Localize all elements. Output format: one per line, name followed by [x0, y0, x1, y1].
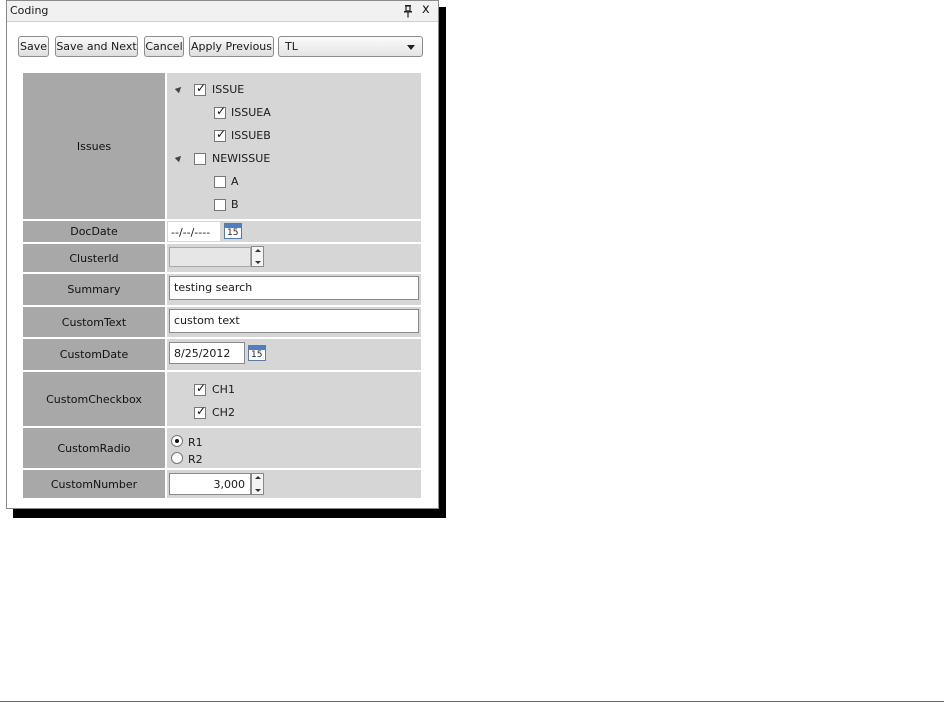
tree-checkbox-a[interactable] — [214, 176, 226, 188]
save-and-next-button[interactable]: Save and Next — [55, 36, 138, 57]
tree-label-a: A — [231, 175, 239, 188]
tree-checkbox-issuea[interactable]: ✓ — [214, 104, 227, 119]
check-icon: ✓ — [196, 381, 207, 395]
customnumber-field: 3,000 — [167, 470, 421, 498]
clusterid-spinner[interactable] — [251, 246, 264, 267]
toolbar: Save Save and Next Cancel Apply Previous… — [7, 23, 438, 63]
label-customnumber: CustomNumber — [23, 470, 165, 498]
radio-dot — [175, 439, 179, 443]
label-issues: Issues — [23, 73, 165, 219]
save-button[interactable]: Save — [18, 36, 49, 57]
check-icon: ✓ — [196, 404, 207, 418]
calendar-icon[interactable]: 15 — [248, 345, 266, 361]
summary-value: testing search — [174, 281, 253, 294]
calendar-day: 15 — [251, 350, 263, 360]
tree-label-b: B — [231, 198, 239, 211]
customnumber-value: 3,000 — [213, 478, 246, 491]
check-icon: ✓ — [216, 127, 227, 141]
docdate-input[interactable]: --/--/---- — [168, 222, 220, 241]
close-icon[interactable]: x — [422, 3, 430, 17]
clusterid-input[interactable] — [169, 247, 251, 267]
issues-tree: ✓ ISSUE ✓ ISSUEA ✓ ISSUEB NEWISSUE A B — [167, 73, 421, 219]
spin-up-icon[interactable] — [255, 476, 261, 479]
customnumber-spinner[interactable] — [251, 473, 264, 495]
customtext-value: custom text — [174, 314, 240, 327]
bottom-divider — [0, 701, 944, 702]
customtext-input[interactable]: custom text — [169, 309, 419, 333]
clusterid-field — [167, 244, 421, 272]
label-customtext: CustomText — [23, 307, 165, 337]
label-customcheckbox: CustomCheckbox — [23, 372, 165, 426]
spin-up-icon[interactable] — [255, 249, 261, 252]
radio-r1[interactable] — [171, 435, 183, 447]
tree-label-newissue: NEWISSUE — [212, 152, 271, 165]
dropdown-value: TL — [285, 40, 298, 53]
customdate-value: 8/25/2012 — [174, 347, 231, 360]
tree-checkbox-issueb[interactable]: ✓ — [214, 127, 227, 142]
tree-checkbox-issue[interactable]: ✓ — [194, 81, 207, 96]
tree-label-issueb: ISSUEB — [231, 129, 271, 142]
tree-checkbox-b[interactable] — [214, 199, 226, 211]
check-icon: ✓ — [196, 81, 207, 95]
summary-input[interactable]: testing search — [169, 276, 419, 300]
spin-down-icon[interactable] — [255, 489, 261, 492]
apply-previous-button[interactable]: Apply Previous — [189, 36, 274, 57]
radio-label-r1: R1 — [188, 436, 203, 449]
checkbox-label-ch1: CH1 — [212, 383, 235, 396]
label-clusterid: ClusterId — [23, 244, 165, 272]
customcheckbox-field: ✓ CH1 ✓ CH2 — [167, 372, 421, 426]
panel-titlebar: Coding x — [7, 1, 438, 22]
panel-title: Coding — [10, 4, 49, 17]
calendar-icon[interactable]: 15 — [224, 223, 242, 239]
docdate-field: --/--/---- 15 — [167, 221, 421, 242]
customtext-field: custom text — [167, 307, 421, 337]
pin-icon[interactable] — [402, 4, 414, 18]
expand-triangle-icon[interactable] — [174, 84, 184, 94]
spin-down-icon[interactable] — [255, 261, 261, 264]
customdate-field: 8/25/2012 15 — [167, 339, 421, 370]
checkbox-label-ch2: CH2 — [212, 406, 235, 419]
checkbox-ch2[interactable]: ✓ — [194, 404, 207, 419]
docdate-value: --/--/---- — [171, 226, 211, 239]
expand-triangle-icon[interactable] — [174, 153, 184, 163]
chevron-down-icon — [407, 45, 415, 50]
calendar-day: 15 — [227, 228, 239, 238]
checkbox-ch1[interactable]: ✓ — [194, 381, 207, 396]
label-customradio: CustomRadio — [23, 428, 165, 468]
customradio-field: R1 R2 — [167, 428, 421, 468]
label-summary: Summary — [23, 274, 165, 305]
radio-r2[interactable] — [171, 452, 183, 464]
tree-label-issue: ISSUE — [212, 83, 245, 96]
customnumber-input[interactable]: 3,000 — [169, 473, 251, 495]
summary-field: testing search — [167, 274, 421, 305]
customdate-input[interactable]: 8/25/2012 — [169, 342, 245, 364]
check-icon: ✓ — [216, 104, 227, 118]
label-docdate: DocDate — [23, 221, 165, 242]
label-customdate: CustomDate — [23, 339, 165, 370]
tree-label-issuea: ISSUEA — [231, 106, 271, 119]
profile-dropdown[interactable]: TL — [278, 36, 423, 57]
cancel-button[interactable]: Cancel — [144, 36, 184, 57]
radio-label-r2: R2 — [188, 453, 203, 466]
tree-checkbox-newissue[interactable] — [194, 153, 206, 165]
